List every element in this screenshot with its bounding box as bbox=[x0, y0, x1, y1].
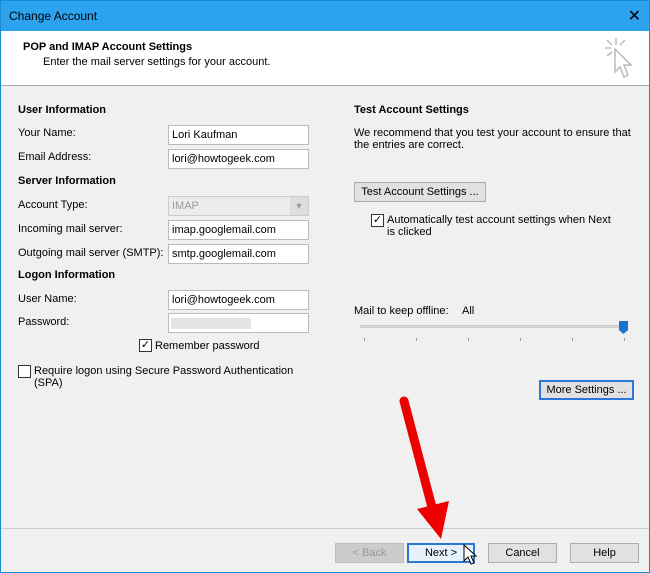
account-type-select: IMAP ▼ bbox=[168, 196, 309, 216]
auto-test-label-2: is clicked bbox=[387, 226, 432, 238]
offline-slider-thumb[interactable] bbox=[619, 321, 628, 334]
spa-checkbox[interactable] bbox=[18, 365, 31, 378]
test-desc-1: We recommend that you test your account … bbox=[354, 127, 631, 139]
slider-ticks bbox=[364, 338, 626, 341]
your-name-input[interactable]: Lori Kaufman bbox=[168, 125, 309, 145]
email-label: Email Address: bbox=[18, 151, 92, 163]
remember-password-checkbox[interactable]: ✓ bbox=[139, 339, 152, 352]
cancel-button[interactable]: Cancel bbox=[488, 543, 557, 563]
test-account-settings-button[interactable]: Test Account Settings ... bbox=[354, 182, 486, 202]
help-button[interactable]: Help bbox=[570, 543, 639, 563]
auto-test-label-1: Automatically test account settings when… bbox=[387, 214, 611, 226]
outgoing-server-input[interactable]: smtp.googlemail.com bbox=[168, 244, 309, 264]
mouse-cursor-icon bbox=[463, 544, 477, 565]
user-name-label: User Name: bbox=[18, 293, 77, 305]
test-settings-heading: Test Account Settings bbox=[354, 104, 469, 116]
chevron-down-icon: ▼ bbox=[290, 197, 308, 215]
red-arrow-annotation bbox=[399, 396, 449, 539]
close-icon[interactable]: ✕ bbox=[628, 6, 641, 26]
outgoing-server-label: Outgoing mail server (SMTP): bbox=[18, 247, 164, 259]
incoming-server-label: Incoming mail server: bbox=[18, 223, 123, 235]
cursor-sparkle-icon bbox=[605, 38, 633, 79]
window-title: Change Account bbox=[9, 9, 98, 23]
your-name-label: Your Name: bbox=[18, 127, 76, 139]
remember-password-label: Remember password bbox=[155, 340, 260, 352]
back-button: < Back bbox=[335, 543, 404, 563]
server-info-heading: Server Information bbox=[18, 175, 116, 187]
page-title: POP and IMAP Account Settings bbox=[23, 41, 193, 53]
password-label: Password: bbox=[18, 316, 70, 328]
spa-label-2: (SPA) bbox=[34, 377, 63, 389]
more-settings-button[interactable]: More Settings ... bbox=[539, 380, 634, 400]
test-desc-2: the entries are correct. bbox=[354, 139, 465, 151]
spa-label: Require logon using Secure Password Auth… bbox=[34, 365, 294, 377]
offline-value: All bbox=[462, 305, 475, 317]
password-input[interactable] bbox=[168, 313, 309, 333]
user-name-input[interactable]: lori@howtogeek.com bbox=[168, 290, 309, 310]
offline-slider-track[interactable] bbox=[360, 325, 628, 328]
footer-divider bbox=[1, 528, 649, 529]
email-input[interactable]: lori@howtogeek.com bbox=[168, 149, 309, 169]
account-type-value: IMAP bbox=[172, 200, 199, 212]
page-subtitle: Enter the mail server settings for your … bbox=[43, 56, 271, 68]
incoming-server-input[interactable]: imap.googlemail.com bbox=[168, 220, 309, 240]
title-bar: Change Account ✕ bbox=[1, 1, 649, 31]
account-type-label: Account Type: bbox=[18, 199, 88, 211]
user-info-heading: User Information bbox=[18, 104, 107, 116]
change-account-dialog: Change Account ✕ POP and IMAP Account Se… bbox=[0, 0, 650, 573]
offline-label: Mail to keep offline: bbox=[354, 305, 449, 317]
auto-test-checkbox[interactable]: ✓ bbox=[371, 214, 384, 227]
dialog-header: POP and IMAP Account Settings Enter the … bbox=[1, 31, 649, 86]
logon-info-heading: Logon Information bbox=[18, 269, 116, 281]
